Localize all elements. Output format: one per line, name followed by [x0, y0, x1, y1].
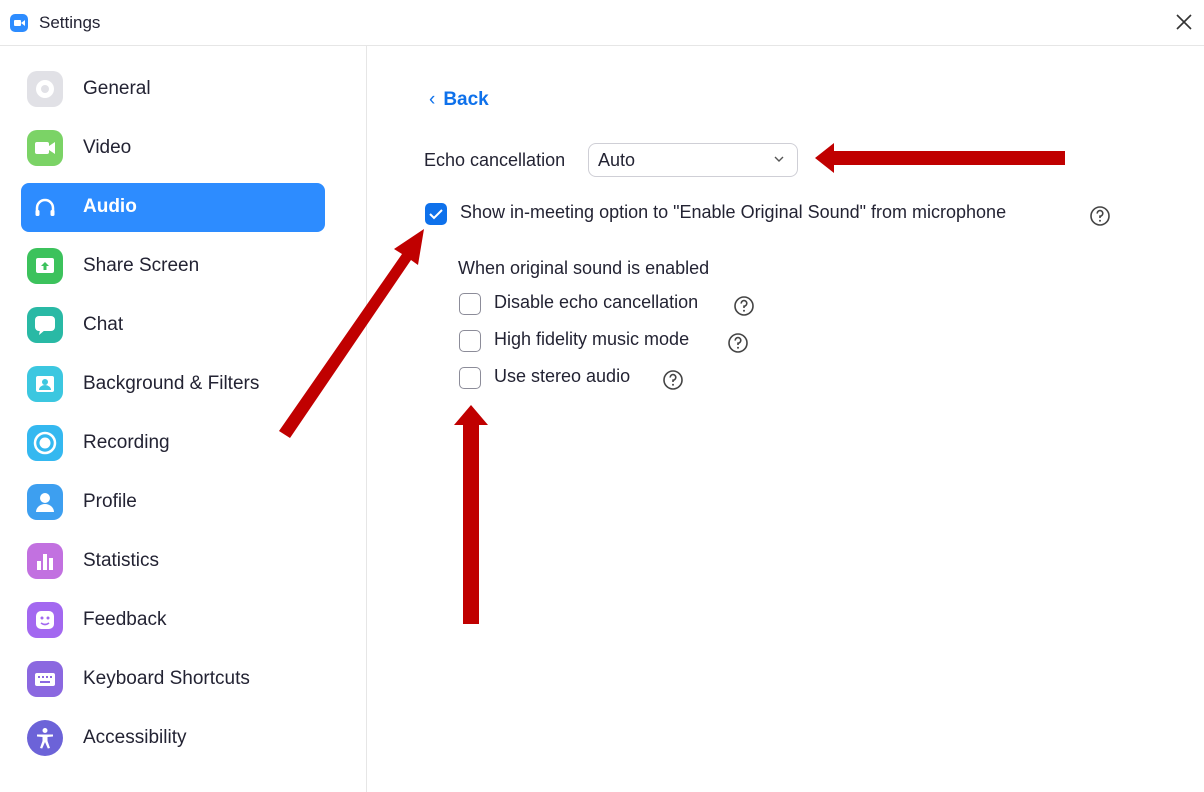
arrow-up-icon	[454, 405, 488, 624]
arrow-left-icon	[815, 143, 1065, 173]
annotation-arrows	[279, 143, 1065, 624]
arrow-up-right-icon	[279, 229, 424, 438]
